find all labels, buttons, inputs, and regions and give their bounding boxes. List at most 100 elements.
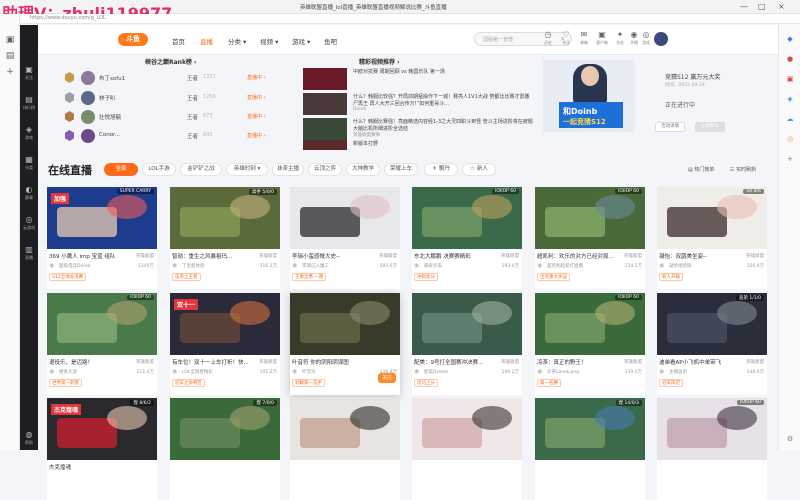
stream-title[interactable]: 迪弟看AP小飞机中单带飞 bbox=[659, 358, 739, 366]
stream-title[interactable]: 叶音符 你的阴阳阴谋图 bbox=[292, 358, 372, 366]
office-icon[interactable]: ▣ bbox=[785, 74, 795, 84]
stream-category[interactable]: 英雄联盟 bbox=[136, 253, 154, 259]
category-tab[interactable]: 金铲铲之战 bbox=[180, 163, 222, 176]
streamer-name[interactable]: 超级电竞Doinb bbox=[59, 263, 90, 269]
stream-category[interactable]: 英雄联盟 bbox=[259, 359, 277, 365]
event-detail-button[interactable]: 活动详情 bbox=[655, 122, 685, 132]
stream-card[interactable]: 杰克煌魂 煌 8/6/2 杰克煌魂 bbox=[47, 398, 157, 500]
stream-title[interactable]: 李瑞小蛮感慨大史-- bbox=[292, 252, 372, 260]
live-status-link[interactable]: 直播中 › bbox=[247, 113, 266, 120]
stream-thumbnail[interactable] bbox=[412, 293, 522, 355]
stream-thumbnail[interactable]: IOIIOP 60 bbox=[535, 187, 645, 249]
history-button[interactable]: ◷ 历史 bbox=[540, 30, 556, 46]
address-bar[interactable]: https://www.douyu.com/g_LOL bbox=[20, 14, 800, 24]
nav-category[interactable]: 分类 ▾ bbox=[228, 36, 246, 46]
category-tab[interactable]: ☀ 飘丹 bbox=[424, 163, 458, 176]
stream-thumbnail[interactable]: 双十一 bbox=[170, 293, 280, 355]
stream-category[interactable]: 英雄联盟 bbox=[624, 253, 642, 259]
stream-card[interactable]: 李瑞小蛮感慨大史-- 英雄联盟 ◉ 李瑞已入魔工 283.6万 王者全勇·一路 bbox=[290, 187, 400, 289]
stream-title[interactable]: 凝怡：双鹊美坐姿-- bbox=[659, 252, 739, 260]
category-tab[interactable]: 荣耀上车 bbox=[384, 163, 418, 176]
stream-category[interactable]: 英雄联盟 bbox=[746, 253, 764, 259]
streamer-name[interactable]: 叶音符 bbox=[302, 369, 316, 375]
stream-thumbnail[interactable]: 煌 14/0/3 bbox=[535, 398, 645, 460]
stream-title[interactable]: 退役乐，是迈路！ bbox=[49, 358, 129, 366]
nav-games[interactable]: 游戏 ▾ bbox=[292, 36, 310, 46]
list-item[interactable]: 什么？韩服比较强？开局前期猛操作下一城！赛亮人1V1大战 势都比比赛才雷撒尸再王… bbox=[303, 93, 533, 115]
maximize-button[interactable]: □ bbox=[758, 2, 766, 11]
streamer-name[interactable]: 丁宝超体验 bbox=[182, 263, 205, 269]
stream-thumbnail[interactable]: 杰克煌魂 煌 8/6/2 bbox=[47, 398, 157, 460]
list-item[interactable]: 中欧对抗赛 周期回顾 vs 韩国乐队 第一场 bbox=[303, 68, 533, 90]
stream-card[interactable]: IOIIOP 60 bbox=[657, 398, 767, 500]
stream-card[interactable]: IOIIOP 60 退役乐，是迈路！ 英雄联盟 ◉ 捷爱大退 211.4万 世界第一刺客 bbox=[47, 293, 157, 395]
sidebar-item-live[interactable]: ▥ 直播 bbox=[20, 245, 38, 261]
stream-thumbnail[interactable] bbox=[412, 398, 522, 460]
stream-thumbnail[interactable] bbox=[290, 293, 400, 355]
stream-card[interactable]: 迪弟 1/1/0 迪弟看AP小飞机中单带飞 英雄联盟 ◉ 主播迪弟 148.9万 冠军风范 bbox=[657, 293, 767, 395]
refresh-link[interactable]: ☷ 实时刷新 bbox=[730, 166, 756, 173]
add-icon[interactable]: + bbox=[785, 154, 795, 164]
live-status-link[interactable]: 直播中 › bbox=[247, 132, 266, 139]
stream-category[interactable]: 英雄联盟 bbox=[746, 359, 764, 365]
category-tab[interactable]: LOL手游 bbox=[142, 163, 176, 176]
mail-button[interactable]: ✉ 邮箱 bbox=[576, 30, 592, 46]
category-tab-all[interactable]: 全部 bbox=[104, 163, 138, 176]
stream-title[interactable]: 超凯利：欢乐的对方已经对局... bbox=[537, 252, 617, 260]
stream-category[interactable]: 英雄联盟 bbox=[501, 253, 519, 259]
list-item[interactable]: 新版本打野 bbox=[303, 140, 533, 150]
stream-thumbnail[interactable] bbox=[290, 398, 400, 460]
close-button[interactable]: × bbox=[778, 2, 785, 11]
stream-category[interactable]: 英雄联盟 bbox=[501, 359, 519, 365]
follow-button[interactable]: 关注 bbox=[378, 373, 396, 383]
join-event-button[interactable]: 立即参加 bbox=[695, 122, 725, 132]
category-tab[interactable]: 英雄时刻 ▾ bbox=[226, 163, 268, 176]
tools-icon[interactable]: ◎ bbox=[785, 134, 795, 144]
stream-thumbnail[interactable]: 高手 5/0/0 bbox=[170, 187, 280, 249]
rank-row[interactable]: 壮悦旭毓 王者 873 直播中 › bbox=[65, 108, 295, 126]
stream-card[interactable]: IOIIOP 60 凉茶：真正的野王！ 英雄联盟 ◉ 凉茶LoneLiang 139.5万… bbox=[535, 293, 645, 395]
sidebar-item-games[interactable]: ◈ 游戏 bbox=[20, 125, 38, 141]
sidebar-item-events[interactable]: ◐ 赛事 bbox=[20, 185, 38, 201]
live-status-link[interactable]: 直播中 › bbox=[247, 74, 266, 81]
stream-title[interactable]: 智勋：重生之风暴祖玛... bbox=[172, 252, 252, 260]
sidebar-item-cloud-game[interactable]: ◎ 云游戏 bbox=[20, 215, 38, 231]
video-panel-title[interactable]: 精彩视频推荐 › bbox=[359, 57, 400, 66]
stream-card[interactable]: IOIIOP 60 东北大鹏鹏 决赛赛精彩 英雄联盟 ◉ 黄泉岁丢 193.4万 冲刺高分 bbox=[412, 187, 522, 289]
stream-thumbnail[interactable]: IOIIOP 60 bbox=[47, 293, 157, 355]
new-tab-icon[interactable]: + bbox=[4, 66, 16, 78]
list-item[interactable]: 什么？韩服比赛强！亮面精选内容经1-3之大灵四职斗到怪 管斗主场进阶将在被题大脑… bbox=[303, 118, 533, 140]
stream-title[interactable]: 东北大鹏鹏 决赛赛精彩 bbox=[414, 252, 494, 260]
streamer-name[interactable]: LOL全明星精彩 bbox=[182, 369, 213, 375]
stream-thumbnail[interactable]: IOIIOP 60 bbox=[657, 398, 767, 460]
rank-title[interactable]: 峡谷之巅Rank榜 › bbox=[145, 57, 197, 66]
stream-card[interactable]: SR 8/6 凝怡：双鹊美坐姿-- 英雄联盟 ◉ 凝怡哈哈呀 156.4万 新人开箱 bbox=[657, 187, 767, 289]
feature-banner-image[interactable]: 和Doinb 一起竞猜S12 bbox=[543, 60, 635, 132]
streamer-name[interactable]: 凉茶LoneLiang bbox=[547, 369, 579, 375]
nav-yuba[interactable]: 鱼吧 bbox=[324, 36, 337, 46]
sidebar-item-help[interactable]: ◍ 帮助 bbox=[20, 430, 38, 446]
extension-icon[interactable]: ◆ bbox=[785, 34, 795, 44]
category-tab[interactable]: 抹茶主播 bbox=[272, 163, 304, 176]
stream-card[interactable]: IOIIOP 60 超凯利：欢乐的对方已经对局... 英雄联盟 ◉ 超凯利超爱打直播 23… bbox=[535, 187, 645, 289]
stream-category[interactable]: 英雄联盟 bbox=[624, 359, 642, 365]
streamer-name[interactable]: 主播迪弟 bbox=[669, 369, 687, 375]
tab-icon-home[interactable]: ▣ bbox=[4, 34, 16, 46]
rank-row[interactable]: Conor... 王者 845 直播中 › bbox=[65, 127, 295, 145]
user-avatar[interactable] bbox=[654, 32, 668, 46]
stream-card[interactable]: 配美：9号打全国赛冲决赛... 英雄联盟 ◉ 配美Dream 196.2万 灵巧上分 bbox=[412, 293, 522, 395]
hot-rank-link[interactable]: ▤ 热门榜单 bbox=[688, 166, 714, 173]
stream-thumbnail[interactable]: IOIIOP 60 bbox=[412, 187, 522, 249]
site-logo[interactable]: 斗鱼 bbox=[118, 33, 148, 46]
follow-button[interactable]: ♡ 关注 bbox=[558, 30, 574, 46]
sidebar-item-rank[interactable]: ▤ 排行榜 bbox=[20, 95, 38, 111]
category-tab[interactable]: 大神教学 bbox=[346, 163, 380, 176]
stream-card[interactable]: 加强 SUPER CARRY 369 小鹰人 imp 宝蓝 组队 英雄联盟 ◉ 超级电竞D… bbox=[47, 187, 157, 289]
nav-live[interactable]: 直播 bbox=[200, 36, 213, 46]
stream-card[interactable]: 叶音符 你的阴阳阴谋图◉叶音符148.8万调解第一选手关注 bbox=[290, 293, 400, 395]
settings-gear-icon[interactable]: ⚙ bbox=[785, 434, 795, 444]
streamer-name[interactable]: 李瑞已入魔工 bbox=[302, 263, 329, 269]
stream-card[interactable] bbox=[412, 398, 522, 500]
stream-card[interactable]: 煌 14/0/3 bbox=[535, 398, 645, 500]
streamer-name[interactable]: 凝怡哈哈呀 bbox=[669, 263, 692, 269]
